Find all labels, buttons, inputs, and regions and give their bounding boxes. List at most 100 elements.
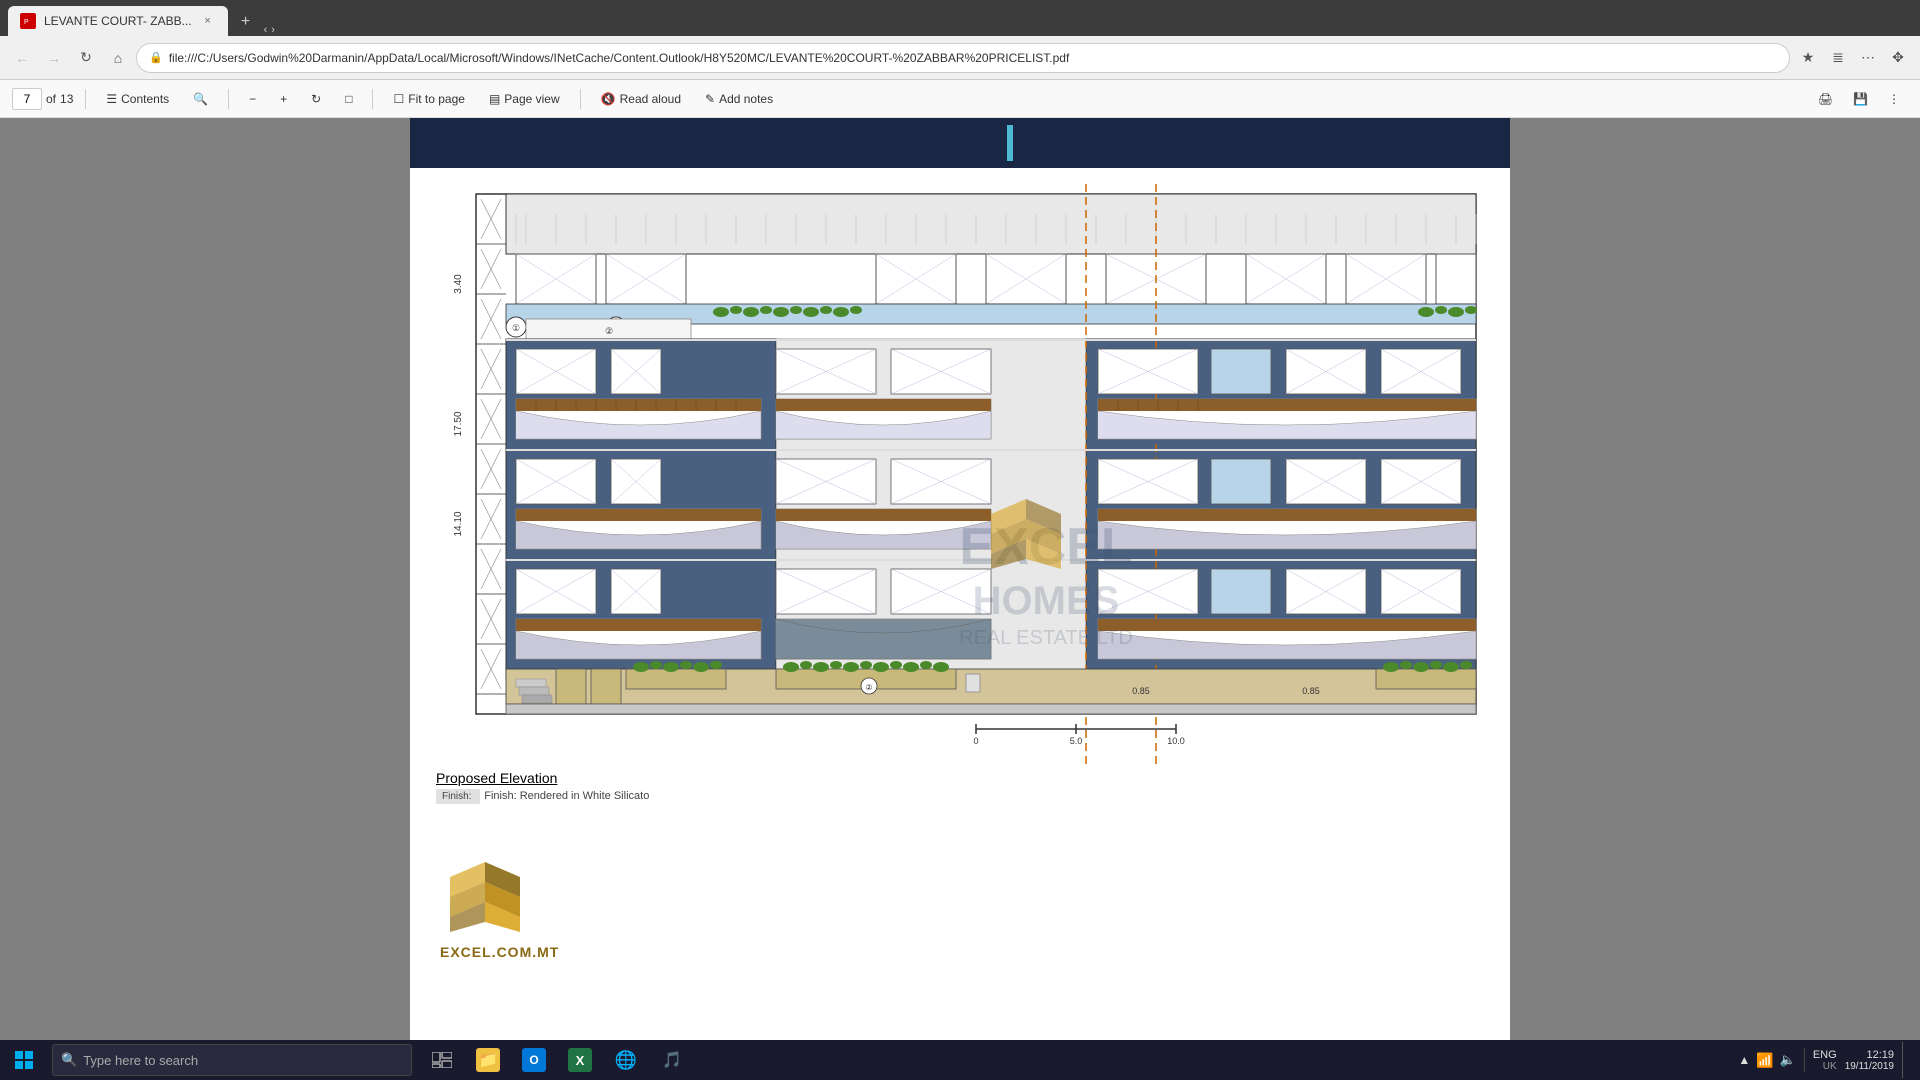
tray-divider	[1804, 1048, 1805, 1072]
star-icon: ★	[1802, 49, 1815, 66]
extensions-icon: ✥	[1892, 49, 1904, 66]
page-of-label: of	[46, 92, 56, 106]
taskbar: 🔍 Type here to search 📁 O X	[0, 1040, 1920, 1080]
rotate-icon: ↻	[311, 92, 321, 106]
tab-close-button[interactable]: ×	[200, 13, 216, 29]
clock-date: 19/11/2019	[1845, 1061, 1894, 1072]
nav-tools: ★ ≣ ⋯ ✥	[1794, 44, 1912, 72]
clock-time: 12:19	[1845, 1049, 1894, 1061]
zoom-in-icon: +	[280, 92, 287, 106]
taskview-button[interactable]	[420, 1040, 464, 1080]
taskview-icon	[430, 1048, 454, 1072]
zoom-in-button[interactable]: +	[272, 88, 295, 110]
lock-icon: 🔒	[149, 51, 163, 64]
excel-button[interactable]: X	[558, 1040, 602, 1080]
clock-display: ENG UK	[1813, 1049, 1837, 1072]
taskbar-search-box[interactable]: 🔍 Type here to search	[52, 1044, 412, 1076]
tab-scroll-right[interactable]: ›	[271, 24, 275, 36]
settings-button[interactable]: ⋯	[1854, 44, 1882, 72]
svg-text:5.0: 5.0	[1070, 736, 1083, 746]
chrome-button[interactable]: 🌐	[604, 1040, 648, 1080]
clock-language: ENG	[1813, 1049, 1837, 1061]
read-aloud-button[interactable]: 🔇 Read aloud	[593, 88, 689, 110]
tab-scroll-left[interactable]: ‹	[264, 24, 268, 36]
page-view-icon: ▤	[489, 92, 500, 106]
excel-logo-icon	[440, 857, 530, 937]
svg-text:②: ②	[865, 683, 872, 692]
taskbar-right: ▲ 📶 🔈 ENG UK 12:19 19/11/2019	[1726, 1042, 1920, 1078]
page-total: 13	[60, 92, 73, 106]
building-elevation-drawing: 3.40 17.50 14.10	[426, 184, 1486, 764]
toolbar-divider-1	[85, 89, 86, 109]
collections-button[interactable]: ≣	[1824, 44, 1852, 72]
more-tools-button[interactable]: ⋮	[1880, 88, 1908, 110]
rotate-button[interactable]: ↻	[303, 88, 329, 110]
back-icon: ←	[15, 50, 29, 66]
favorites-button[interactable]: ★	[1794, 44, 1822, 72]
print-button[interactable]: 🖨	[1810, 88, 1841, 110]
page-number-input[interactable]: 7	[12, 88, 42, 110]
header-accent	[1007, 125, 1013, 161]
outlook-button[interactable]: O	[512, 1040, 556, 1080]
page-view-button[interactable]: ▤ Page view	[481, 88, 568, 110]
address-text: file:///C:/Users/Godwin%20Darmanin/AppDa…	[169, 51, 1777, 65]
add-notes-button[interactable]: ✎ Add notes	[697, 88, 781, 110]
drawing-info: Proposed Elevation Finish: Finish: Rende…	[436, 770, 1494, 802]
fullscreen-button[interactable]: □	[337, 88, 360, 110]
taskbar-apps: 📁 O X 🌐 🎵	[420, 1040, 694, 1080]
media-button[interactable]: 🎵	[650, 1040, 694, 1080]
more-icon: ⋮	[1888, 92, 1900, 106]
search-button[interactable]: 🔍	[185, 88, 216, 110]
outlook-icon: O	[522, 1048, 546, 1072]
drawing-title: Proposed Elevation	[436, 770, 1494, 786]
pdf-page: EXCEL.COM.MT	[410, 168, 1510, 1040]
active-tab[interactable]: P LEVANTE COURT- ZABB... ×	[8, 6, 228, 36]
fit-to-page-button[interactable]: ☐ Fit to page	[385, 88, 472, 110]
settings-icon: ⋯	[1861, 49, 1875, 66]
address-bar[interactable]: 🔒 file:///C:/Users/Godwin%20Darmanin/App…	[136, 43, 1790, 73]
search-icon: 🔍	[193, 92, 208, 106]
clock-region: UK	[1813, 1061, 1837, 1072]
file-explorer-button[interactable]: 📁	[466, 1040, 510, 1080]
forward-button[interactable]: →	[40, 44, 68, 72]
pdf-area: EXCEL.COM.MT	[0, 118, 1920, 1040]
svg-text:14.10: 14.10	[453, 511, 464, 536]
zoom-out-button[interactable]: −	[241, 88, 264, 110]
contents-button[interactable]: ☰ Contents	[98, 88, 177, 110]
svg-text:3.40: 3.40	[453, 274, 464, 294]
tab-title: LEVANTE COURT- ZABB...	[44, 14, 192, 28]
svg-text:17.50: 17.50	[453, 411, 464, 436]
home-button[interactable]: ⌂	[104, 44, 132, 72]
add-notes-icon: ✎	[705, 92, 715, 106]
zoom-out-icon: −	[249, 92, 256, 106]
file-explorer-icon: 📁	[476, 1048, 500, 1072]
tray-caret[interactable]: ▲	[1738, 1053, 1750, 1067]
show-desktop-button[interactable]	[1902, 1042, 1908, 1078]
pdf-toolbar: 7 of 13 ☰ Contents 🔍 − + ↻ □ ☐ Fit to pa…	[0, 80, 1920, 118]
save-icon: 💾	[1853, 92, 1868, 106]
excel-logo-text: EXCEL.COM.MT	[440, 944, 559, 960]
taskbar-search-text: Type here to search	[83, 1053, 198, 1068]
page-view-label: Page view	[504, 92, 559, 106]
drawing-subtitle-text: Finish: Finish: Rendered in White Silica…	[436, 790, 1494, 802]
contents-label: Contents	[121, 92, 169, 106]
tab-bar: P LEVANTE COURT- ZABB... × + ‹ ›	[0, 0, 1920, 36]
new-tab-button[interactable]: +	[232, 8, 260, 36]
taskbar-search-icon: 🔍	[61, 1052, 77, 1068]
add-notes-label: Add notes	[719, 92, 773, 106]
volume-icon[interactable]: 🔈	[1780, 1052, 1796, 1068]
svg-text:HOMES: HOMES	[973, 579, 1120, 623]
svg-text:10.0: 10.0	[1167, 736, 1185, 746]
back-button[interactable]: ←	[8, 44, 36, 72]
start-button[interactable]	[0, 1040, 48, 1080]
extensions-button[interactable]: ✥	[1884, 44, 1912, 72]
fullscreen-icon: □	[345, 92, 352, 106]
pdf-header-bar	[410, 118, 1510, 168]
clock-time-display[interactable]: 12:19 19/11/2019	[1845, 1049, 1894, 1072]
svg-text:②: ②	[605, 326, 613, 336]
windows-logo-icon	[15, 1051, 33, 1069]
save-button[interactable]: 💾	[1845, 88, 1876, 110]
refresh-button[interactable]: ↻	[72, 44, 100, 72]
svg-text:0.85: 0.85	[1132, 686, 1150, 696]
chrome-icon: 🌐	[614, 1048, 638, 1072]
